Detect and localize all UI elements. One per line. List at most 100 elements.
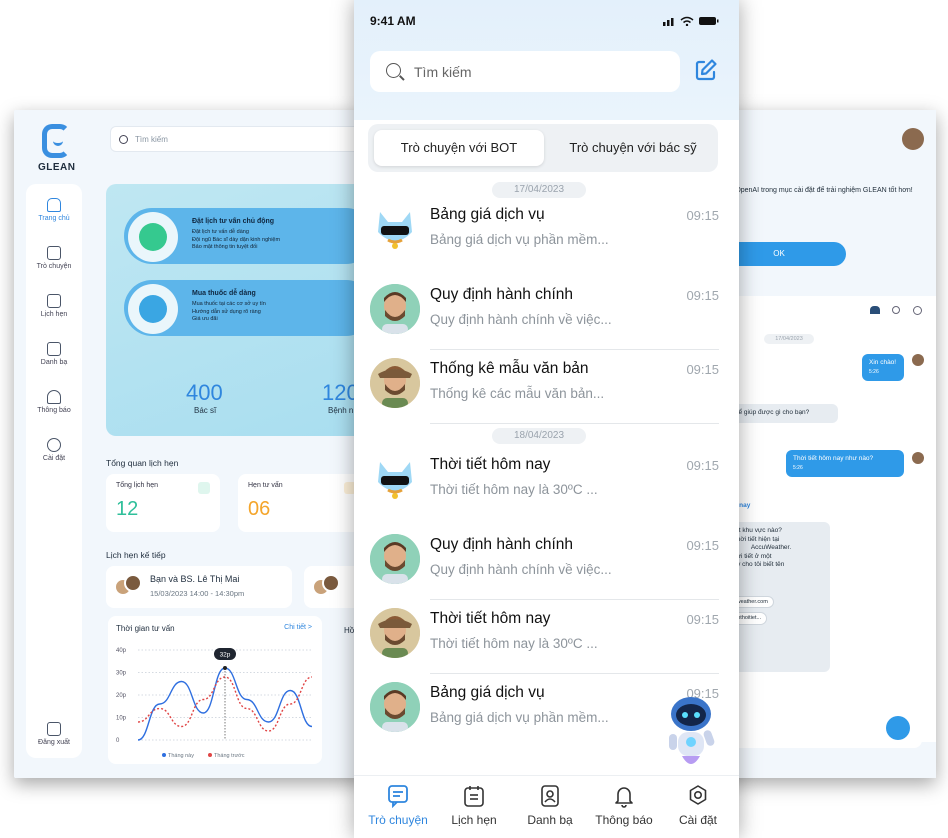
logout-icon bbox=[47, 722, 61, 736]
avatar bbox=[370, 608, 420, 658]
chat-preview: Thời tiết hôm nay là 30ºC ... bbox=[430, 636, 598, 651]
medicine-icon bbox=[139, 295, 167, 323]
search-icon bbox=[386, 63, 401, 78]
chat-time: 09:15 bbox=[686, 362, 719, 377]
avatar-illustration bbox=[378, 212, 412, 249]
next-appointment-title: Lịch hẹn kế tiếp bbox=[106, 550, 166, 560]
legend-marker bbox=[208, 753, 212, 757]
logout-label: Đăng xuất bbox=[38, 739, 70, 746]
y-tick-label: 30p bbox=[116, 671, 127, 677]
chart-plot: 40p 30p 20p 10p 0 Tháng này Tháng trước 32p bbox=[116, 648, 313, 759]
search-input[interactable]: Tìm kiếm bbox=[370, 51, 680, 92]
chat-time: 09:15 bbox=[686, 208, 719, 223]
chat-time: 09:15 bbox=[686, 538, 719, 553]
chat-time: 09:15 bbox=[686, 612, 719, 627]
overview-consult-card[interactable]: Hẹn tư vấn 06 bbox=[238, 474, 366, 532]
message-time: 5:26 bbox=[869, 368, 879, 375]
chat-name: Thời tiết hôm nay bbox=[430, 456, 551, 473]
glean-logo-icon bbox=[42, 124, 70, 158]
chat-icon bbox=[47, 246, 61, 260]
card-value: 12 bbox=[116, 498, 139, 520]
sidebar-item-notifications[interactable]: Thông báo bbox=[26, 390, 82, 414]
tab-chat-doctor[interactable]: Trò chuyện với bác sỹ bbox=[552, 130, 714, 166]
appointment-who: Bạn và BS. Lê Thị Mai bbox=[150, 574, 240, 584]
legend-label: Tháng trước bbox=[214, 753, 245, 759]
avatar[interactable] bbox=[902, 128, 924, 150]
card-label: Tổng lịch hẹn bbox=[116, 482, 159, 489]
feature-line: Bảo mật thông tin tuyệt đối bbox=[192, 244, 258, 250]
gear-icon bbox=[47, 438, 61, 452]
nav-label: Trò chuyện bbox=[368, 813, 428, 827]
sidebar-item-chat[interactable]: Trò chuyện bbox=[26, 246, 82, 270]
nav-chat[interactable]: Trò chuyện bbox=[360, 784, 436, 827]
next-appointment-card[interactable]: Bạn và BS. Lê Thị Mai 15/03/2023 14:00 -… bbox=[106, 566, 292, 608]
side-panel-title: Hồ bbox=[344, 626, 355, 635]
avatar bbox=[322, 574, 340, 592]
chat-preview: Bảng giá dịch vụ phần mềm... bbox=[430, 232, 609, 247]
chat-row[interactable]: Thời tiết hôm nay 09:15 Thời tiết hôm nay … bbox=[354, 446, 739, 520]
sidebar-item-label: Trang chủ bbox=[38, 215, 70, 222]
nav-label: Cài đặt bbox=[678, 813, 718, 827]
nav-contacts[interactable]: Danh bạ bbox=[512, 784, 588, 827]
avatar-illustration bbox=[370, 358, 420, 408]
hero-banner: Đặt lịch tư vấn chủ động Đặt lịch tư vấn… bbox=[106, 184, 366, 436]
avatar bbox=[370, 284, 420, 334]
chat-preview: Thống kê các mẫu văn bản... bbox=[430, 386, 605, 401]
nav-label: Danh bạ bbox=[527, 813, 573, 827]
avatar-illustration bbox=[370, 608, 420, 658]
mobile-chat-screen: 9:41 AM Tìm kiếm Trò chuyện với BOT Trò … bbox=[354, 0, 739, 838]
dashboard-search-input[interactable]: Tìm kiếm bbox=[110, 126, 366, 152]
status-icons bbox=[663, 16, 719, 26]
legend-marker bbox=[162, 753, 166, 757]
nav-settings[interactable]: Cài đặt bbox=[660, 784, 736, 827]
chat-preview: Bảng giá dịch vụ phần mềm... bbox=[430, 710, 609, 725]
message-me: Xin chào! 5:26 bbox=[862, 354, 904, 381]
send-icon[interactable] bbox=[886, 716, 910, 740]
chat-preview: Thời tiết hôm nay là 30ºC ... bbox=[430, 482, 598, 497]
tooltip-value: 32p bbox=[220, 652, 231, 659]
date-separator: 18/04/2023 bbox=[492, 428, 586, 444]
avatar bbox=[370, 454, 420, 504]
sidebar-item-calendar[interactable]: Lịch hẹn bbox=[26, 294, 82, 318]
feature-icon-wrap bbox=[128, 284, 178, 334]
feature-booking[interactable]: Đặt lịch tư vấn chủ động Đặt lịch tư vấn… bbox=[124, 208, 366, 264]
nav-notifications[interactable]: Thông báo bbox=[586, 784, 662, 827]
chat-name: Thời tiết hôm nay bbox=[430, 610, 551, 627]
search-icon[interactable] bbox=[892, 306, 900, 314]
date-pill: 17/04/2023 bbox=[764, 334, 814, 344]
sidebar-nav: Trang chủ Trò chuyện Lịch hẹn Danh bạ Th… bbox=[26, 184, 82, 758]
feature-title: Mua thuốc dễ dàng bbox=[192, 290, 256, 297]
feature-medicine[interactable]: Mua thuốc dễ dàng Mua thuốc tại các cơ s… bbox=[124, 280, 366, 336]
chat-name: Quy định hành chính bbox=[430, 286, 574, 303]
minimize-icon[interactable] bbox=[913, 306, 922, 315]
divider bbox=[430, 423, 719, 424]
bottom-nav: Trò chuyện Lịch hẹn Danh bạ Thông báo Cà… bbox=[354, 775, 739, 838]
sidebar-item-label: Danh bạ bbox=[40, 359, 68, 366]
openai-notice: OpenAI trong mục cài đặt để trải nghiệm … bbox=[735, 187, 913, 194]
logout-button[interactable]: Đăng xuất bbox=[26, 722, 82, 746]
edit-icon[interactable] bbox=[694, 58, 718, 82]
sidebar-item-settings[interactable]: Cài đặt bbox=[26, 438, 82, 462]
chat-row[interactable]: Bảng giá dịch vụ 09:15 Bảng giá dịch vụ ph… bbox=[354, 196, 739, 270]
avatar bbox=[912, 354, 924, 366]
chat-row[interactable]: Thống kê mẫu văn bản 09:15 Thống kê các mẫ… bbox=[354, 350, 739, 424]
sidebar-item-contacts[interactable]: Danh bạ bbox=[26, 342, 82, 366]
robot-mascot-icon[interactable] bbox=[660, 690, 722, 772]
chat-time: 09:15 bbox=[686, 458, 719, 473]
chat-row[interactable]: Quy định hành chính 09:15 Quy định hành ch… bbox=[354, 526, 739, 600]
chat-row[interactable]: Quy định hành chính 09:15 Quy định hành ch… bbox=[354, 276, 739, 350]
overview-total-card[interactable]: Tổng lịch hẹn 12 bbox=[106, 474, 220, 532]
home-icon bbox=[47, 198, 61, 212]
tab-chat-bot[interactable]: Trò chuyện với BOT bbox=[374, 130, 544, 166]
chat-icon bbox=[388, 785, 408, 808]
message-text: Thời tiết hôm nay như nào? bbox=[793, 455, 874, 462]
chat-row[interactable]: Thời tiết hôm nay 09:15 Thời tiết hôm nay … bbox=[354, 600, 739, 674]
y-tick-label: 20p bbox=[116, 693, 127, 699]
nav-calendar[interactable]: Lịch hẹn bbox=[436, 784, 512, 827]
feature-line: Đặt lịch tư vấn dễ dàng bbox=[192, 229, 249, 235]
chat-name: Thống kê mẫu văn bản bbox=[430, 360, 589, 377]
feature-line: Hướng dẫn sử dụng rõ ràng bbox=[192, 308, 261, 315]
message-me: Thời tiết hôm nay như nào? 5:26 bbox=[786, 450, 904, 477]
sidebar-item-label: Trò chuyện bbox=[36, 263, 72, 270]
sidebar-item-home[interactable]: Trang chủ bbox=[26, 198, 82, 222]
